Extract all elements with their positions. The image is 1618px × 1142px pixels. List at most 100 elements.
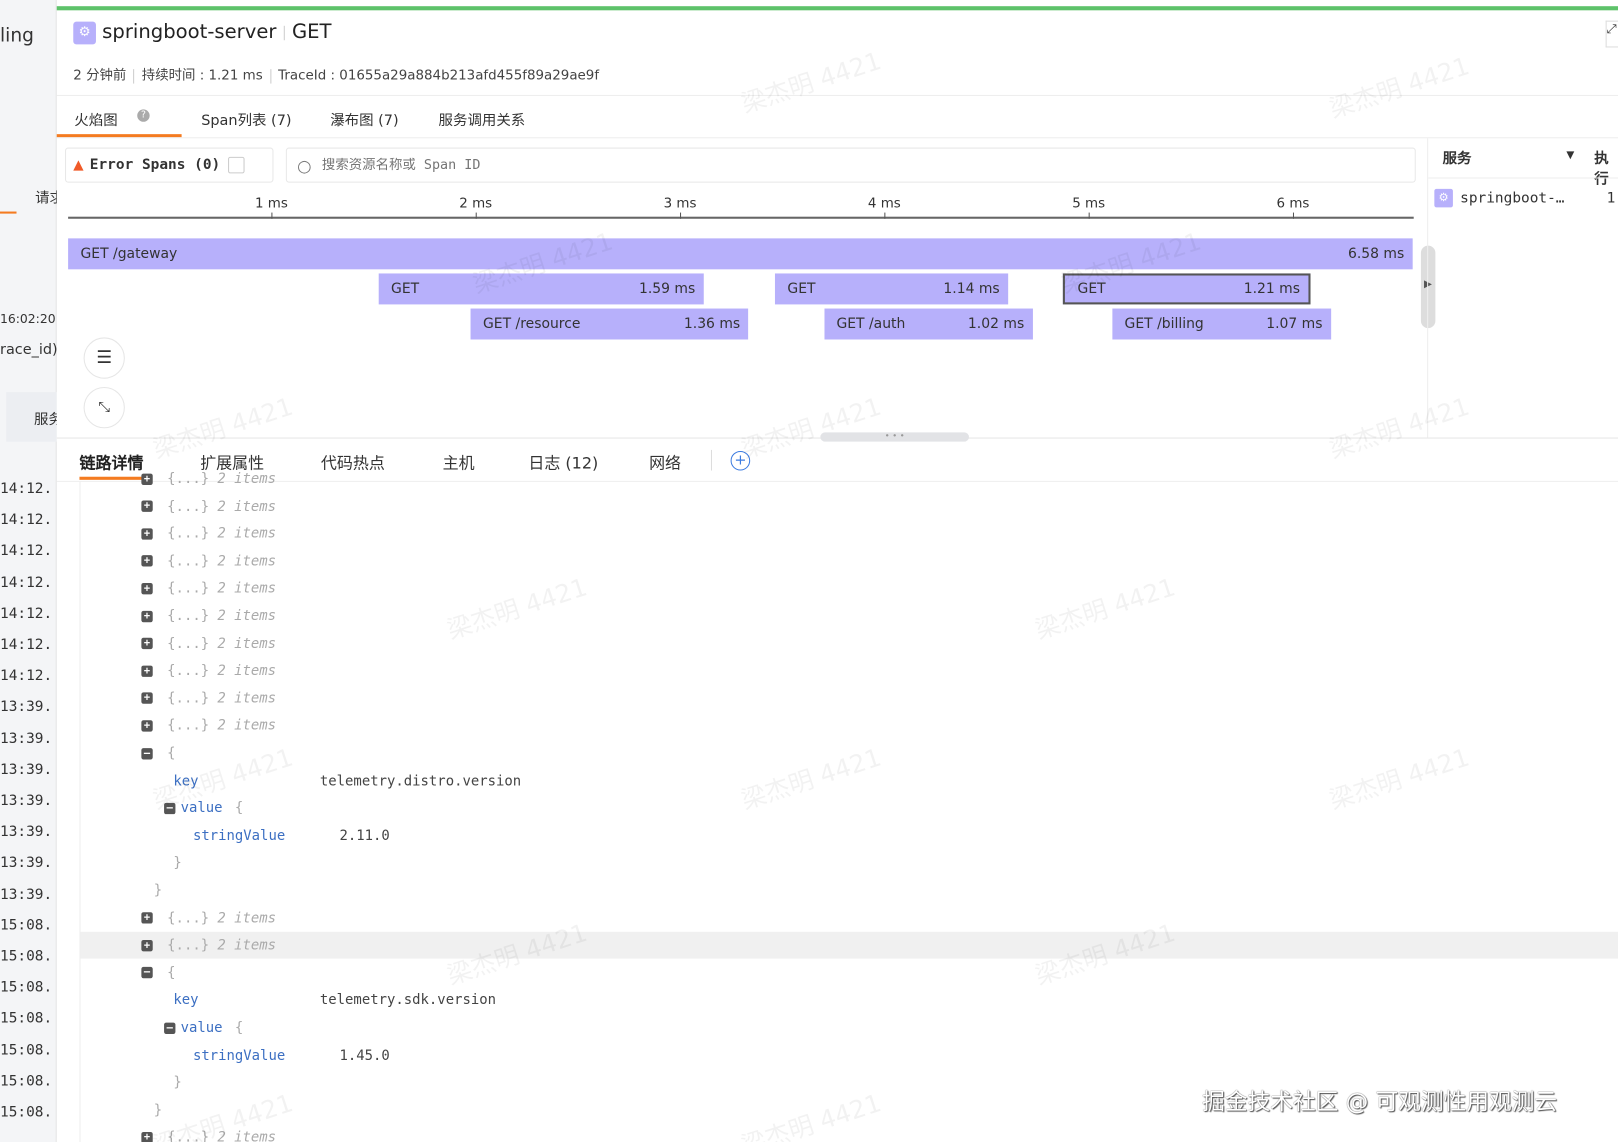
tree-key: value [180,1019,223,1037]
item-count: 2 items [217,607,277,625]
tree-row: } [173,1069,181,1096]
close-brace: } [173,1074,182,1091]
expand-icon[interactable]: + [141,939,153,952]
tree-row[interactable]: + {...} 2 items [141,548,276,575]
collapsed-object: {...} [167,909,210,927]
timestamp-cell: 15:08. [0,979,53,996]
close-brace: } [153,882,163,899]
item-count: 2 items [217,690,277,707]
expand-icon[interactable]: + [141,582,153,595]
collapsed-object: {...} [167,552,210,570]
collapse-icon[interactable]: – [164,1022,176,1034]
collapsed-object: {...} [167,635,210,652]
tree-row[interactable]: + {...} 2 items [141,603,276,630]
tree-row[interactable]: + {...} 2 items [141,465,276,492]
item-count: 2 items [217,909,277,927]
timestamp-cell: 15:08. [0,1010,53,1028]
collapsed-object: {...} [167,470,210,488]
expand-icon[interactable]: + [141,610,153,622]
open-brace: { [167,964,176,982]
timestamp-cell: 13:39. [0,854,53,872]
tree-row[interactable]: + {...} 2 items [141,685,276,712]
expand-icon[interactable]: + [141,500,153,512]
timestamp-cell: 14:12. [0,667,53,685]
tree-key: stringValue [192,827,286,844]
tree-key: key [173,992,199,1009]
open-brace: { [234,1019,244,1037]
timestamp-cell: 13:39. [0,730,53,747]
tree-row[interactable]: + {...} 2 items [141,712,276,739]
tree-row[interactable]: + {...} 2 items [141,932,276,959]
timestamp-cell: 13:39. [0,885,53,903]
collapsed-object: {...} [167,937,210,954]
item-count: 2 items [217,580,277,597]
collapsed-object: {...} [167,497,210,515]
timestamp-cell: 14:12. [0,480,53,498]
expand-icon[interactable]: + [141,665,153,677]
timestamp-cell: 13:39. [0,698,53,716]
expand-icon[interactable]: + [141,720,153,732]
collapsed-object: {...} [167,607,210,625]
item-count: 2 items [217,525,277,542]
collapsed-object: {...} [167,717,210,735]
tree-value: 1.45.0 [339,1046,390,1064]
collapsed-object: {...} [167,662,210,680]
timestamp-cell: 13:39. [0,761,53,778]
collapse-icon[interactable]: – [141,747,153,759]
tree-value: 2.11.0 [339,827,390,844]
timestamp-cell: 13:39. [0,792,53,810]
item-count: 2 items [217,662,277,680]
open-brace: { [234,799,244,817]
footer-watermark: 掘金技术社区 @ 可观测性用观测云 [1202,1089,1558,1116]
item-count: 2 items [217,470,277,488]
collapse-icon[interactable]: – [141,967,153,979]
tree-row[interactable]: + {...} 2 items [141,493,276,520]
expand-icon[interactable]: + [141,528,153,540]
timestamp-cell: 15:08. [0,1104,53,1121]
tree-row: –{ [141,959,176,986]
tree-row: –{ [141,740,176,767]
tree-row[interactable]: + {...} 2 items [141,520,276,547]
tree-row: } [154,1097,162,1124]
item-count: 2 items [217,937,277,954]
tree-value: telemetry.sdk.version [319,992,497,1009]
trace-detail-panel: ⚙ springboot-server GET ⤢ 2 分钟前 持续时间 : 1.2… [56,0,1618,1142]
tree-row: } [154,877,162,904]
expand-icon[interactable]: + [141,637,153,650]
tree-row[interactable]: + {...} 2 items [141,658,276,685]
timestamp-cell: 15:08. [0,1072,53,1090]
timestamp-cell: 15:08. [0,1041,53,1059]
timestamp-cell: 14:12. [0,636,53,654]
open-brace: { [167,745,176,762]
highlighted-row [80,931,1618,959]
close-brace: } [153,1101,163,1119]
tree-key: stringValue [192,1046,286,1064]
json-tree: + {...} 2 items + {...} 2 items + {...} 2 items +… [57,0,1618,1142]
item-count: 2 items [217,717,277,735]
tree-row[interactable]: + {...} 2 items [141,575,276,602]
item-count: 2 items [217,497,277,515]
expand-icon[interactable]: + [141,555,153,567]
timestamp-cell: 15:08. [0,948,53,965]
timestamp-cell: 14:12. [0,574,53,591]
tree-row: key telemetry.sdk.version [173,987,496,1014]
expand-icon[interactable]: + [141,912,153,924]
timestamp-cell: 13:39. [0,823,53,841]
tree-row: stringValue 2.11.0 [193,822,390,849]
collapsed-object: {...} [167,690,210,707]
timestamp-cell: 14:12. [0,605,53,623]
item-count: 2 items [217,552,277,570]
timestamp-cell: 14:12. [0,512,53,529]
tree-row: – value { [164,1014,243,1041]
timestamp-cell: 14:12. [0,543,53,560]
expand-icon[interactable]: + [141,692,153,705]
tree-value: telemetry.distro.version [319,772,522,789]
tree-row[interactable]: + {...} 2 items [141,905,276,932]
expand-icon[interactable]: + [141,473,153,485]
item-count: 2 items [217,635,277,652]
collapsed-object: {...} [167,580,210,597]
tree-row[interactable]: + {...} 2 items [141,630,276,657]
close-brace: } [173,854,182,872]
tree-row: } [173,850,181,877]
collapsed-object: {...} [167,525,210,542]
